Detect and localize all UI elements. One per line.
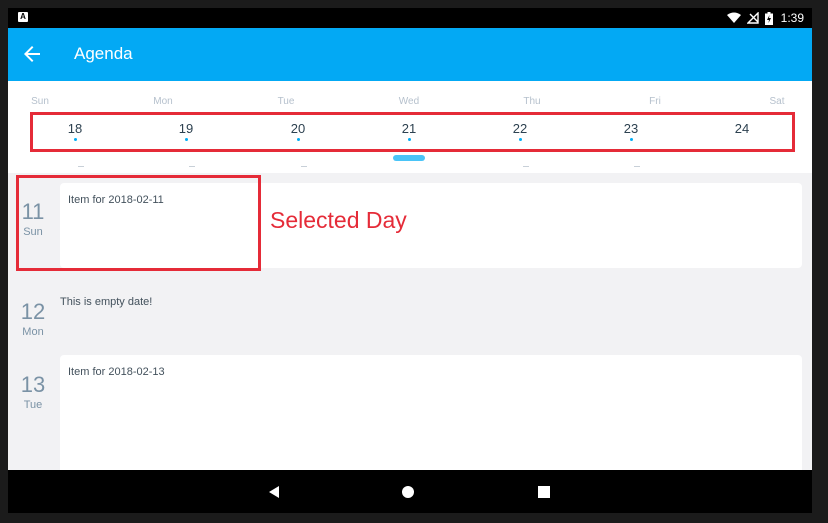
agenda-item-card[interactable]: Item for 2018-02-13: [60, 355, 802, 470]
next-row-peek: [301, 166, 307, 167]
weekday-label-tue: Tue: [277, 96, 295, 107]
agenda-day-number: 12: [20, 299, 46, 324]
nav-back-button[interactable]: [264, 482, 284, 502]
next-row-peek: [523, 166, 529, 167]
agenda-item-text: Item for 2018-02-13: [68, 366, 165, 378]
page-title: Agenda: [74, 44, 133, 63]
agenda-weekday: Tue: [23, 399, 43, 411]
weekday-label-thu: Thu: [523, 96, 541, 107]
agenda-date-13: 13 Tue: [13, 372, 53, 412]
annotation-week-highlight: [30, 112, 795, 152]
app-bar: Agenda: [8, 28, 812, 81]
circle-home-icon: [402, 486, 414, 498]
back-button[interactable]: [20, 42, 44, 66]
agenda-day-number: 13: [20, 372, 46, 397]
weekday-label-mon: Mon: [153, 96, 173, 107]
empty-date-text: This is empty date!: [60, 296, 153, 308]
agenda-weekday: Mon: [22, 326, 44, 338]
next-row-peek: [189, 166, 195, 167]
battery-charging-icon: [764, 11, 773, 25]
weekday-label-sun: Sun: [31, 96, 49, 107]
agenda-date-12: 12 Mon: [13, 299, 53, 339]
next-row-peek: [78, 166, 84, 167]
weekday-label-fri: Fri: [649, 96, 661, 107]
wifi-icon: [726, 12, 741, 23]
status-time: 1:39: [780, 11, 804, 25]
next-row-peek: [634, 166, 640, 167]
nav-home-button[interactable]: [398, 482, 418, 502]
calendar-drag-knob[interactable]: [393, 155, 425, 161]
annotation-selected-day-highlight: [16, 175, 261, 271]
square-recents-icon: [538, 486, 550, 498]
weekday-label-wed: Wed: [398, 96, 420, 107]
status-bar: A 1:39: [8, 8, 812, 28]
notification-a-icon: A: [18, 12, 28, 22]
annotation-label: Selected Day: [270, 207, 407, 233]
nav-recents-button[interactable]: [534, 482, 554, 502]
signal-off-icon: [746, 12, 759, 24]
triangle-back-icon: [269, 486, 279, 498]
navigation-bar: [8, 470, 812, 513]
weekday-label-sat: Sat: [769, 96, 785, 107]
arrow-left-icon: [24, 46, 40, 62]
